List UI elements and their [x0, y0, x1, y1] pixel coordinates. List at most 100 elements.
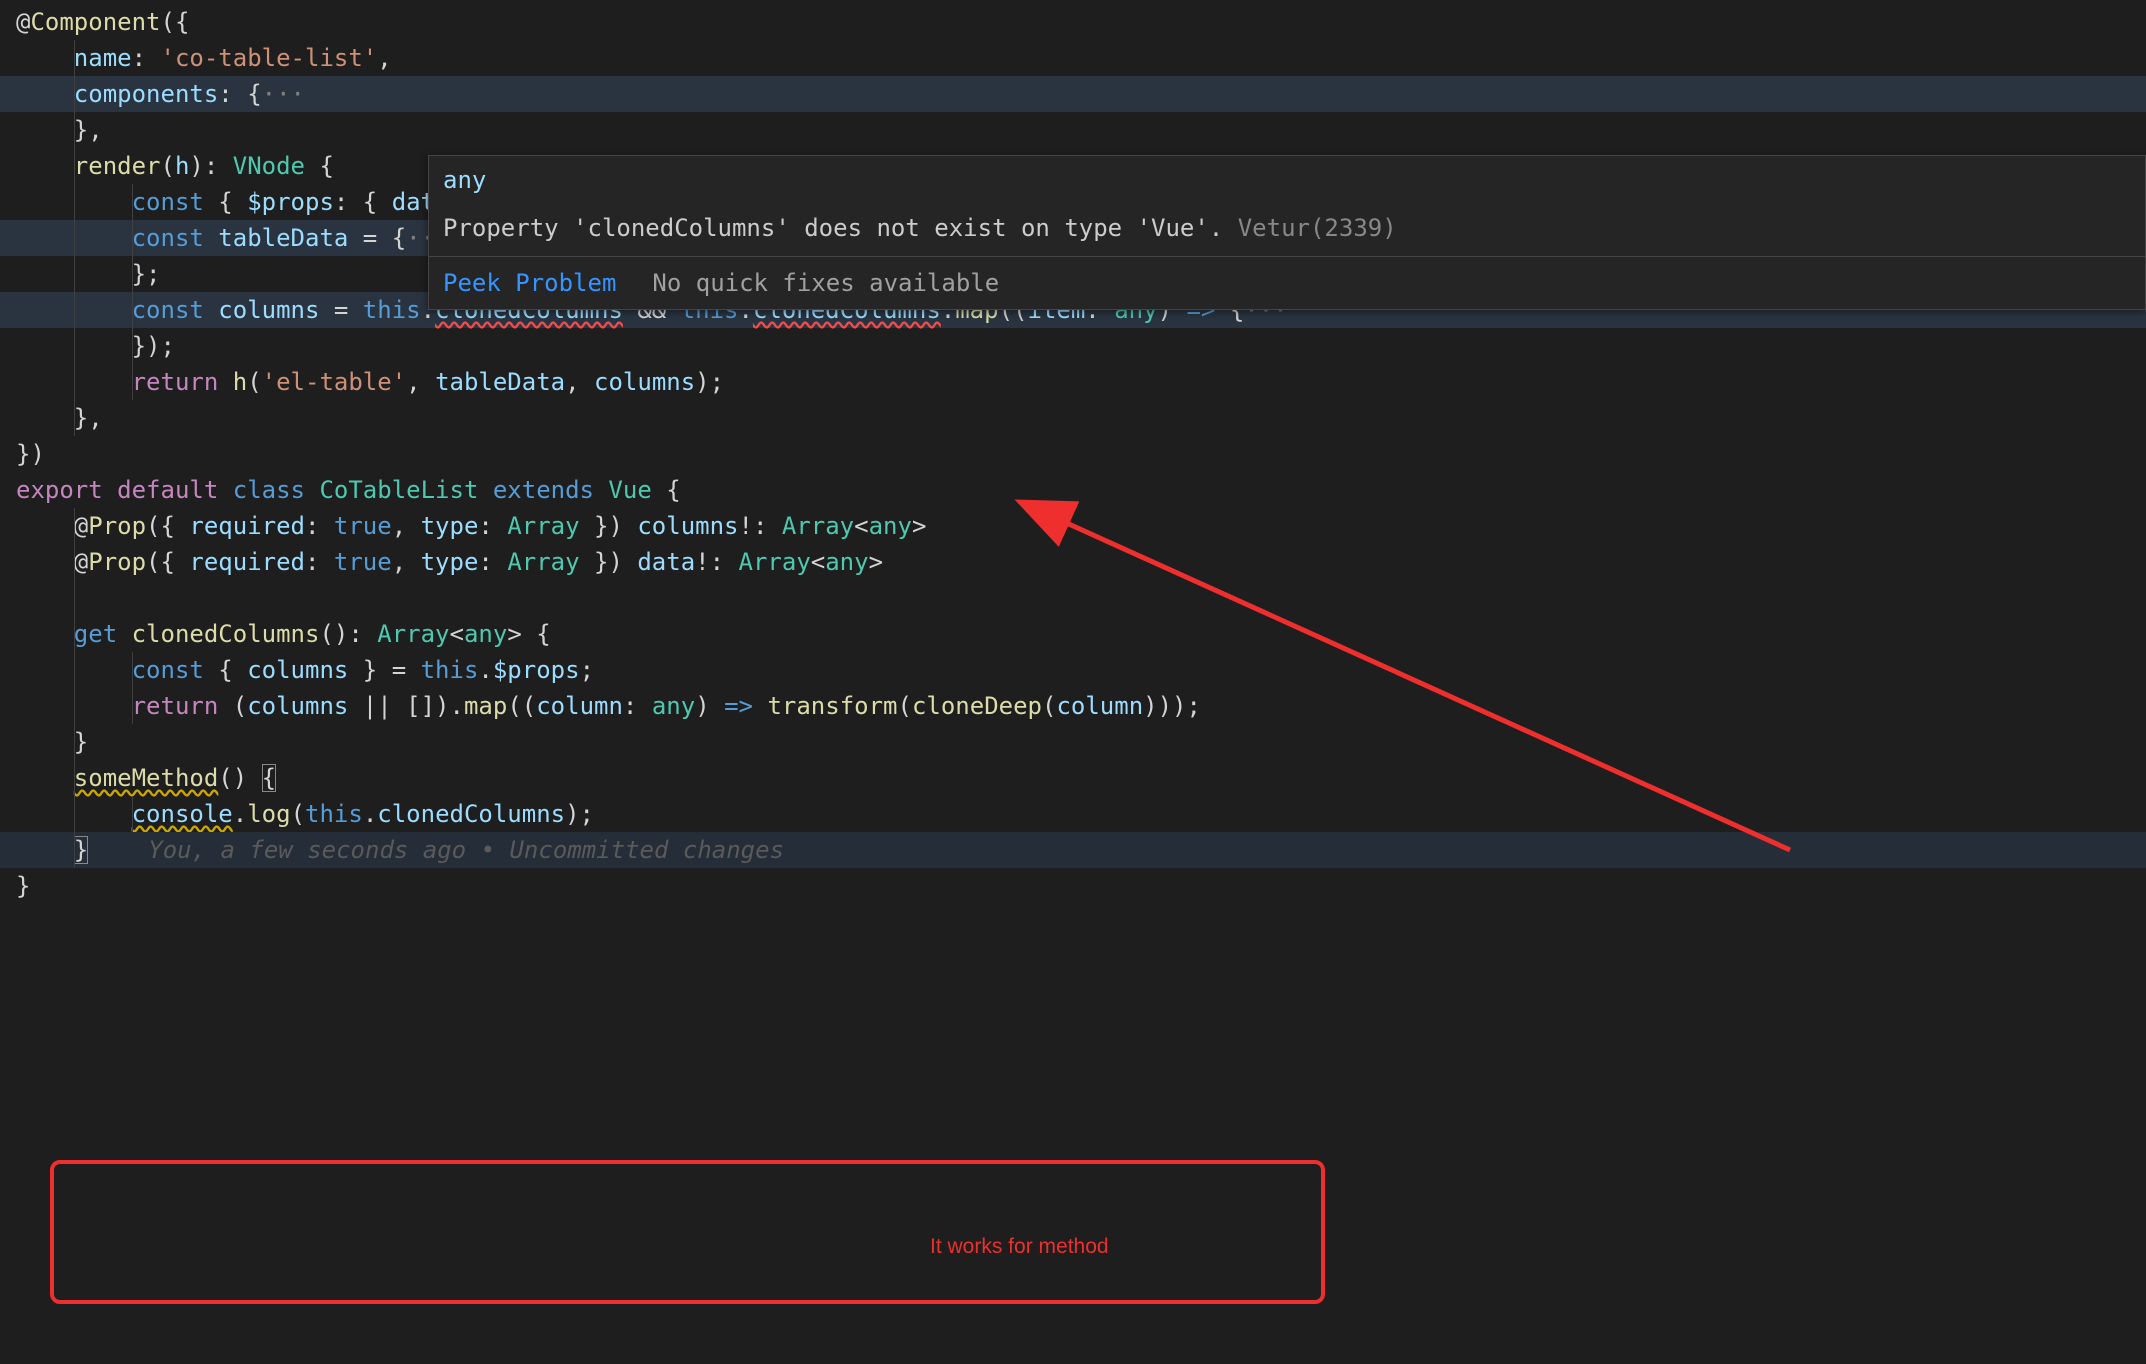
- git-blame-annotation: You, a few seconds ago • Uncommitted cha…: [88, 836, 784, 864]
- field-columns: columns: [637, 512, 738, 540]
- punct: (: [247, 368, 261, 396]
- punct: (): [218, 764, 261, 792]
- kw-true: true: [334, 548, 392, 576]
- string: 'co-table-list': [161, 44, 378, 72]
- punct: {: [522, 620, 551, 648]
- punct: >: [507, 620, 521, 648]
- fold-marker-icon[interactable]: ···: [262, 80, 305, 108]
- punct: ,: [406, 368, 435, 396]
- code-line-blank[interactable]: [0, 580, 2146, 616]
- kw-this: this: [421, 656, 479, 684]
- prop-components: components: [74, 80, 219, 108]
- code-line[interactable]: @Component({: [0, 4, 2146, 40]
- code-line[interactable]: }: [0, 724, 2146, 760]
- punct: !:: [739, 512, 782, 540]
- punct: };: [132, 260, 161, 288]
- punct: =: [319, 296, 362, 324]
- punct: ,: [377, 44, 391, 72]
- code-line[interactable]: },: [0, 112, 2146, 148]
- prop-required: required: [189, 512, 305, 540]
- code-line[interactable]: get clonedColumns(): Array<any> {: [0, 616, 2146, 652]
- punct: }): [580, 512, 638, 540]
- func-render: render: [74, 152, 161, 180]
- var-props: $props: [493, 656, 580, 684]
- decorator-prop: Prop: [88, 512, 146, 540]
- code-line[interactable]: console.log(this.clonedColumns);: [0, 796, 2146, 832]
- bracket-match: }: [74, 836, 88, 864]
- code-line[interactable]: const { columns } = this.$props;: [0, 652, 2146, 688]
- console: console: [132, 800, 233, 828]
- punct: <: [450, 620, 464, 648]
- hover-source-code: (2339): [1310, 214, 1397, 242]
- func-clonedeep: cloneDeep: [912, 692, 1042, 720]
- punct: <: [811, 548, 825, 576]
- kw-return: return: [132, 692, 219, 720]
- class-name: CoTableList: [305, 476, 478, 504]
- prop-required: required: [189, 548, 305, 576]
- code-line[interactable]: someMethod() {: [0, 760, 2146, 796]
- punct: !:: [695, 548, 738, 576]
- space: [753, 692, 767, 720]
- code-line[interactable]: }: [0, 868, 2146, 904]
- punct: :: [478, 512, 507, 540]
- punct: = {: [348, 224, 406, 252]
- code-line[interactable]: },: [0, 400, 2146, 436]
- punct: <: [854, 512, 868, 540]
- code-line[interactable]: });: [0, 328, 2146, 364]
- code-line-current[interactable]: }You, a few seconds ago • Uncommitted ch…: [0, 832, 2146, 868]
- decorator-prop: Prop: [88, 548, 146, 576]
- bracket-match: {: [262, 764, 276, 792]
- punct: (: [218, 692, 247, 720]
- prop-type: type: [421, 512, 479, 540]
- punct: {: [233, 80, 262, 108]
- prop-name: name: [74, 44, 132, 72]
- param-h: h: [175, 152, 189, 180]
- punct: {: [305, 152, 334, 180]
- code-line[interactable]: components: {···: [0, 76, 2146, 112]
- kw-const: const: [132, 656, 204, 684]
- code-line[interactable]: @Prop({ required: true, type: Array }) c…: [0, 508, 2146, 544]
- punct: } =: [348, 656, 420, 684]
- func-map: map: [464, 692, 507, 720]
- func-log: log: [247, 800, 290, 828]
- field-data: data: [637, 548, 695, 576]
- kw-extends: extends: [478, 476, 594, 504]
- at-sign: @: [74, 548, 88, 576]
- prop-clonedcolumns: clonedColumns: [377, 800, 565, 828]
- code-line[interactable]: export default class CoTableList extends…: [0, 472, 2146, 508]
- punct: .: [363, 800, 377, 828]
- kw-default: default: [103, 476, 219, 504]
- code-line[interactable]: }): [0, 436, 2146, 472]
- kw-const: const: [132, 188, 204, 216]
- hover-tooltip[interactable]: any Property 'clonedColumns' does not ex…: [428, 155, 2146, 310]
- hover-type: any: [429, 156, 2145, 204]
- type-array: Array: [782, 512, 854, 540]
- var-column: column: [1056, 692, 1143, 720]
- punct: ;: [580, 656, 594, 684]
- punct: (: [161, 152, 175, 180]
- string: 'el-table': [262, 368, 407, 396]
- type-any: any: [464, 620, 507, 648]
- punct: :: [132, 44, 146, 72]
- punct: ({: [146, 512, 189, 540]
- code-line[interactable]: return h('el-table', tableData, columns)…: [0, 364, 2146, 400]
- punct: ({: [161, 8, 190, 36]
- punct: );: [565, 800, 594, 828]
- kw-export: export: [16, 476, 103, 504]
- code-line[interactable]: return (columns || []).map((column: any)…: [0, 688, 2146, 724]
- punct: ():: [319, 620, 362, 648]
- punct: :: [305, 548, 334, 576]
- punct: (: [291, 800, 305, 828]
- peek-problem-link[interactable]: Peek Problem: [443, 265, 616, 301]
- punct: {: [652, 476, 681, 504]
- no-quick-fixes-label: No quick fixes available: [652, 265, 999, 301]
- code-line[interactable]: name: 'co-table-list',: [0, 40, 2146, 76]
- code-line[interactable]: @Prop({ required: true, type: Array }) d…: [0, 544, 2146, 580]
- kw-get: get: [74, 620, 117, 648]
- type-any: any: [825, 548, 868, 576]
- punct: }: [74, 728, 88, 756]
- punct: :: [305, 512, 334, 540]
- punct: },: [74, 404, 103, 432]
- hover-source-name: Vetur: [1238, 214, 1310, 242]
- space: [218, 368, 232, 396]
